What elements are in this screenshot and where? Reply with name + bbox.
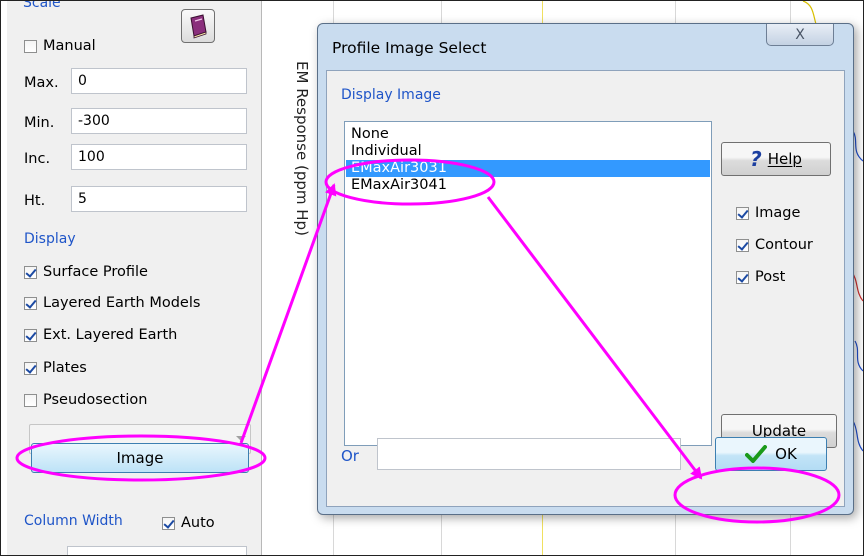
plates-label: Plates xyxy=(43,360,87,376)
image-option-label: Image xyxy=(755,205,801,221)
pseudosection-label: Pseudosection xyxy=(43,392,148,408)
dialog-client-area: Display Image None Individual EMaxAir303… xyxy=(326,70,845,507)
ext-layered-earth-label: Ext. Layered Earth xyxy=(43,327,178,343)
display-section-title: Display xyxy=(24,231,76,247)
scale-section-title: Scale xyxy=(23,0,61,11)
post-option-checkbox[interactable]: Post xyxy=(736,269,785,285)
ext-layered-earth-checkbox[interactable]: Ext. Layered Earth xyxy=(24,327,177,343)
list-item-emaxair3041[interactable]: EMaxAir3041 xyxy=(351,177,447,194)
inc-input[interactable]: 100 xyxy=(71,144,247,170)
layered-earth-models-label: Layered Earth Models xyxy=(43,295,201,311)
contour-option-checkbox[interactable]: Contour xyxy=(736,237,813,253)
ok-label: OK xyxy=(775,445,797,463)
manual-label: Manual xyxy=(43,38,96,54)
application-window: Scale Manual Max. 0 Min. -300 Inc. 100 H… xyxy=(0,0,864,556)
layered-earth-models-checkbox-box[interactable] xyxy=(24,296,37,310)
image-option-checkbox[interactable]: Image xyxy=(736,205,800,221)
column-width-title: Column Width xyxy=(24,513,123,529)
min-input[interactable]: -300 xyxy=(71,108,247,134)
auto-label: Auto xyxy=(181,515,215,531)
surface-profile-label: Surface Profile xyxy=(43,264,148,280)
question-mark-icon: ? xyxy=(750,147,762,171)
image-list[interactable]: None Individual EMaxAir3031 EMaxAir3041 xyxy=(344,121,712,446)
max-label: Max. xyxy=(24,75,59,91)
image-button[interactable]: Image xyxy=(31,443,249,473)
settings-panel: Scale Manual Max. 0 Min. -300 Inc. 100 H… xyxy=(7,0,262,555)
plates-checkbox[interactable]: Plates xyxy=(24,360,87,376)
inc-label: Inc. xyxy=(24,151,51,167)
or-label: Or xyxy=(341,447,359,465)
image-option-checkbox-box[interactable] xyxy=(736,206,749,220)
contour-option-label: Contour xyxy=(755,237,813,253)
auto-checkbox[interactable]: Auto xyxy=(162,515,215,531)
profile-image-select-dialog: Profile Image Select X Display Image Non… xyxy=(317,23,854,515)
checkmark-icon xyxy=(745,445,768,463)
chevron-down-icon[interactable] xyxy=(236,436,246,441)
close-icon[interactable]: X xyxy=(795,27,805,43)
surface-profile-checkbox-box[interactable] xyxy=(24,265,37,279)
contour-option-checkbox-box[interactable] xyxy=(736,238,749,252)
display-image-title: Display Image xyxy=(341,87,441,103)
list-item-individual[interactable]: Individual xyxy=(351,143,422,160)
ext-layered-earth-checkbox-box[interactable] xyxy=(24,328,37,342)
help-button[interactable]: ? Help xyxy=(721,142,831,176)
surface-profile-checkbox[interactable]: Surface Profile xyxy=(24,264,148,280)
close-button[interactable]: X xyxy=(766,24,834,46)
book-icon xyxy=(190,14,207,39)
or-input[interactable] xyxy=(377,438,681,470)
pseudosection-checkbox[interactable]: Pseudosection xyxy=(24,392,147,408)
ht-label: Ht. xyxy=(24,193,46,209)
plates-checkbox-box[interactable] xyxy=(24,361,37,375)
list-item-none[interactable]: None xyxy=(351,126,389,143)
ht-input[interactable]: 5 xyxy=(71,186,247,212)
max-input[interactable]: 0 xyxy=(71,68,247,94)
layered-earth-models-checkbox[interactable]: Layered Earth Models xyxy=(24,295,200,311)
manual-checkbox-box[interactable] xyxy=(24,39,37,53)
manual-checkbox[interactable]: Manual xyxy=(24,38,96,54)
post-option-label: Post xyxy=(755,269,786,285)
dialog-title: Profile Image Select xyxy=(332,39,487,57)
list-item-emaxair3031[interactable]: EMaxAir3031 xyxy=(346,160,710,177)
auto-checkbox-box[interactable] xyxy=(162,516,175,530)
help-label: Help xyxy=(767,150,802,168)
book-button[interactable] xyxy=(181,9,215,43)
column-width-input[interactable] xyxy=(67,546,247,555)
min-label: Min. xyxy=(24,115,55,131)
pseudosection-checkbox-box[interactable] xyxy=(24,393,37,407)
post-option-checkbox-box[interactable] xyxy=(736,270,749,284)
ok-button[interactable]: OK xyxy=(715,437,827,471)
